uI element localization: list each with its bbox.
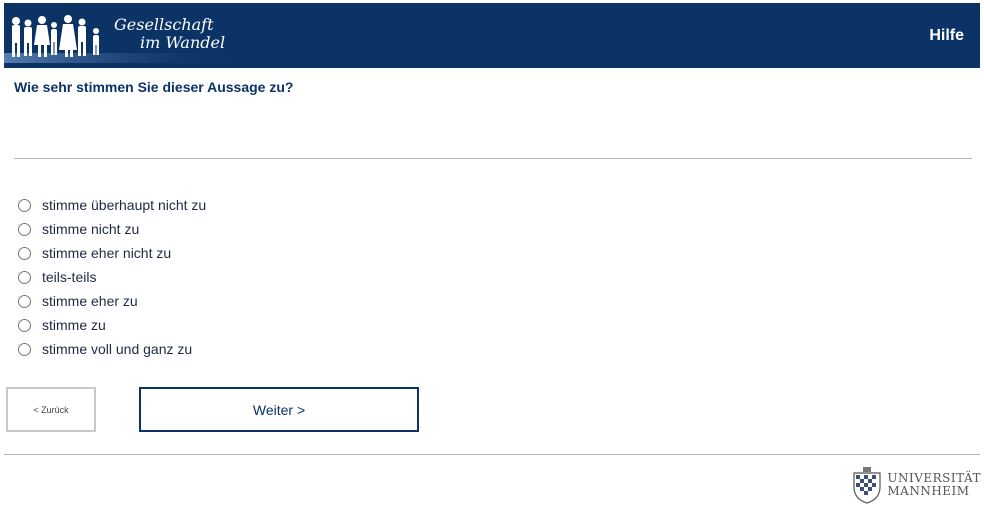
radio-button[interactable]: [18, 246, 31, 260]
radio-button[interactable]: [18, 198, 31, 212]
help-link[interactable]: Hilfe: [929, 27, 964, 45]
back-button[interactable]: < Zurück: [6, 387, 96, 432]
university-name-line-2: MANNHEIM: [887, 484, 970, 498]
option-label: stimme voll und ganz zu: [42, 341, 193, 357]
question-text: Wie sehr stimmen Sie dieser Aussage zu?: [14, 79, 294, 95]
option-label: stimme zu: [42, 317, 106, 333]
option-stimme-voll-und-ganz-zu[interactable]: stimme voll und ganz zu: [18, 337, 206, 361]
radio-button[interactable]: [18, 342, 31, 356]
option-label: stimme eher zu: [42, 293, 138, 309]
next-button[interactable]: Weiter >: [139, 387, 419, 432]
footer-divider: [4, 454, 980, 455]
university-seal-icon: [853, 467, 881, 504]
option-label: stimme überhaupt nicht zu: [42, 197, 207, 213]
option-stimme-nicht-zu[interactable]: stimme nicht zu: [18, 217, 206, 241]
question-divider: [14, 158, 972, 159]
option-stimme-zu[interactable]: stimme zu: [18, 313, 206, 337]
option-label: teils-teils: [42, 269, 97, 285]
logo-line-2: im Wandel: [140, 33, 226, 52]
radio-button[interactable]: [18, 270, 31, 284]
option-label: stimme eher nicht zu: [42, 245, 172, 261]
logo-line-1: Gesellschaft: [114, 15, 214, 34]
option-stimme-eher-nicht-zu[interactable]: stimme eher nicht zu: [18, 241, 206, 265]
option-teils-teils[interactable]: teils-teils: [18, 265, 206, 289]
option-stimme-eher-zu[interactable]: stimme eher zu: [18, 289, 206, 313]
option-label: stimme nicht zu: [42, 221, 140, 237]
radio-button[interactable]: [18, 318, 31, 332]
answer-options: stimme überhaupt nicht zu stimme nicht z…: [18, 193, 206, 361]
university-logo: UNIVERSITÄT MANNHEIM: [850, 466, 981, 504]
radio-button[interactable]: [18, 294, 31, 308]
radio-button[interactable]: [18, 222, 31, 236]
header-banner: Gesellschaft im Wandel Hilfe: [4, 3, 980, 68]
option-stimme-ueberhaupt-nicht-zu[interactable]: stimme überhaupt nicht zu: [18, 193, 206, 217]
logo-title: Gesellschaft im Wandel: [114, 16, 225, 52]
